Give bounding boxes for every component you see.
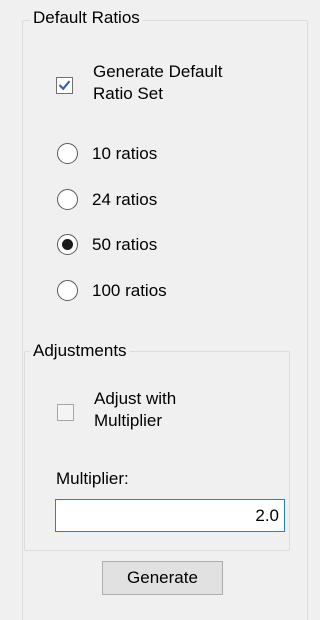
generate-default-label-line2: Ratio Set	[93, 84, 163, 103]
radio-10-ratios[interactable]	[57, 143, 78, 164]
radio-selected-dot	[62, 239, 73, 250]
generate-default-label-line1: Generate Default	[93, 62, 223, 81]
radio-10-ratios-label[interactable]: 10 ratios	[92, 143, 157, 165]
radio-50-ratios[interactable]	[57, 234, 78, 255]
checkmark-icon	[58, 80, 71, 91]
adjust-multiplier-checkbox[interactable]	[57, 404, 74, 421]
adjustments-group-title: Adjustments	[30, 341, 130, 361]
radio-100-ratios[interactable]	[57, 280, 78, 301]
radio-100-ratios-label[interactable]: 100 ratios	[92, 280, 167, 302]
generate-default-label[interactable]: Generate Default Ratio Set	[93, 61, 222, 105]
generate-default-checkbox[interactable]	[56, 77, 73, 94]
multiplier-label: Multiplier:	[56, 469, 129, 488]
default-ratios-group-title: Default Ratios	[30, 8, 143, 28]
radio-24-ratios[interactable]	[57, 189, 78, 210]
adjust-multiplier-label-line1: Adjust with	[94, 389, 177, 408]
adjust-multiplier-label[interactable]: Adjust with Multiplier	[94, 388, 176, 432]
generate-button[interactable]: Generate	[102, 561, 223, 595]
radio-50-ratios-label[interactable]: 50 ratios	[92, 234, 157, 256]
radio-24-ratios-label[interactable]: 24 ratios	[92, 189, 157, 211]
adjust-multiplier-label-line2: Multiplier	[94, 411, 163, 430]
multiplier-input[interactable]	[55, 499, 285, 532]
